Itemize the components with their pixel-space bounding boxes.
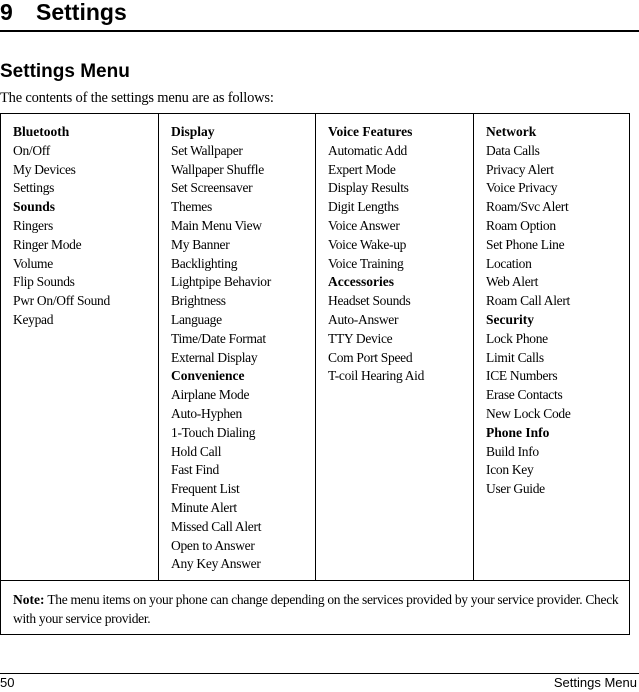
chapter-number: 9 (0, 0, 13, 25)
menu-item: Time/Date Format (171, 330, 266, 346)
menu-item: Settings (13, 180, 55, 196)
menu-item: Open to Answer (171, 537, 255, 553)
menu-category-heading: Accessories (328, 274, 394, 290)
menu-item: Data Calls (486, 142, 540, 158)
menu-item: Com Port Speed (328, 349, 413, 365)
menu-item: Hold Call (171, 443, 222, 459)
menu-item: User Guide (486, 481, 545, 497)
menu-item: 1-Touch Dialing (171, 424, 256, 440)
menu-category-heading: Sounds (13, 199, 56, 215)
note-label: Note: (13, 592, 45, 607)
menu-item: Language (171, 311, 222, 327)
menu-item: Display Results (328, 180, 409, 196)
menu-item: Volume (13, 255, 53, 271)
menu-item: Roam Call Alert (486, 293, 570, 309)
menu-item: Set Phone Line (486, 236, 565, 252)
menu-item: Headset Sounds (328, 293, 411, 309)
menu-item: Expert Mode (328, 161, 396, 177)
menu-item: Brightness (171, 293, 226, 309)
menu-category-heading: Display (171, 124, 215, 139)
menu-item: Pwr On/Off Sound (13, 293, 110, 309)
menu-item: External Display (171, 349, 258, 365)
menu-item: Web Alert (486, 274, 539, 290)
menu-item: Erase Contacts (486, 387, 563, 403)
menu-category-heading: Phone Info (486, 424, 550, 440)
menu-item: Lightpipe Behavior (171, 274, 271, 290)
menu-item: Backlighting (171, 255, 238, 271)
chapter-title: Settings (36, 0, 127, 25)
menu-item: Auto-Answer (328, 311, 399, 327)
menu-column-1: Bluetooth On/Off My Devices Settings Sounds R… (1, 114, 159, 580)
menu-item: Automatic Add (328, 142, 407, 158)
chapter-heading: 9 Settings (0, 0, 639, 26)
menu-column-2: Display Set Wallpaper Wallpaper Shuffle Set… (159, 114, 316, 580)
menu-item: Roam/Svc Alert (486, 199, 569, 215)
menu-item: Auto-Hyphen (171, 405, 242, 421)
menu-category-heading: Bluetooth (13, 124, 70, 139)
menu-category-heading: Voice Features (328, 124, 413, 139)
menu-item: Build Info (486, 443, 539, 459)
menu-item: Flip Sounds (13, 274, 75, 290)
menu-item: Set Wallpaper (171, 142, 243, 158)
menu-item: Keypad (13, 311, 54, 327)
menu-item: T-coil Hearing Aid (328, 368, 425, 384)
menu-item: Main Menu View (171, 217, 262, 233)
menu-item: Set Screensaver (171, 180, 253, 196)
note-text: The menu items on your phone can change … (13, 592, 619, 626)
menu-columns: Bluetooth On/Off My Devices Settings Sounds R… (1, 114, 629, 580)
menu-item: Limit Calls (486, 349, 544, 365)
menu-item: On/Off (13, 142, 50, 158)
menu-item: Minute Alert (171, 499, 237, 515)
menu-item: New Lock Code (486, 405, 571, 421)
note-row: Note: The menu items on your phone can c… (1, 580, 629, 634)
menu-item: Voice Privacy (486, 180, 558, 196)
menu-category-heading: Security (486, 311, 534, 327)
footer-section-name: Settings Menu (553, 675, 637, 690)
menu-item: Airplane Mode (171, 387, 250, 403)
menu-item: My Banner (171, 236, 230, 252)
intro-paragraph: The contents of the settings menu are as… (0, 90, 274, 106)
menu-item: Ringers (13, 217, 53, 233)
footer-divider (0, 673, 639, 674)
menu-item: Lock Phone (486, 330, 548, 346)
section-title: Settings Menu (0, 61, 130, 82)
menu-item: My Devices (13, 161, 76, 177)
menu-item: Wallpaper Shuffle (171, 161, 264, 177)
menu-column-4: Network Data Calls Privacy Alert Voice Priv… (474, 114, 629, 580)
menu-item: Voice Training (328, 255, 404, 271)
menu-item: Missed Call Alert (171, 518, 262, 534)
chapter-divider (0, 30, 639, 32)
menu-item: Fast Find (171, 462, 219, 478)
menu-item: ICE Numbers (486, 368, 558, 384)
settings-menu-table: Bluetooth On/Off My Devices Settings Sounds R… (0, 113, 630, 635)
menu-column-3: Voice Features Automatic Add Expert Mode Di… (316, 114, 474, 580)
menu-item: Voice Answer (328, 217, 400, 233)
menu-item: Any Key Answer (171, 556, 261, 572)
menu-item: Icon Key (486, 462, 534, 478)
menu-item: Frequent List (171, 481, 240, 497)
menu-item: Location (486, 255, 532, 271)
menu-item: Privacy Alert (486, 161, 554, 177)
menu-category-heading: Convenience (171, 368, 245, 384)
menu-item: Roam Option (486, 217, 556, 233)
menu-item: Digit Lengths (328, 199, 399, 215)
menu-item: Voice Wake-up (328, 236, 407, 252)
menu-item: Ringer Mode (13, 236, 82, 252)
menu-category-heading: Network (486, 124, 537, 139)
menu-item: TTY Device (328, 330, 393, 346)
menu-item: Themes (171, 199, 212, 215)
page-number: 50 (0, 675, 15, 690)
